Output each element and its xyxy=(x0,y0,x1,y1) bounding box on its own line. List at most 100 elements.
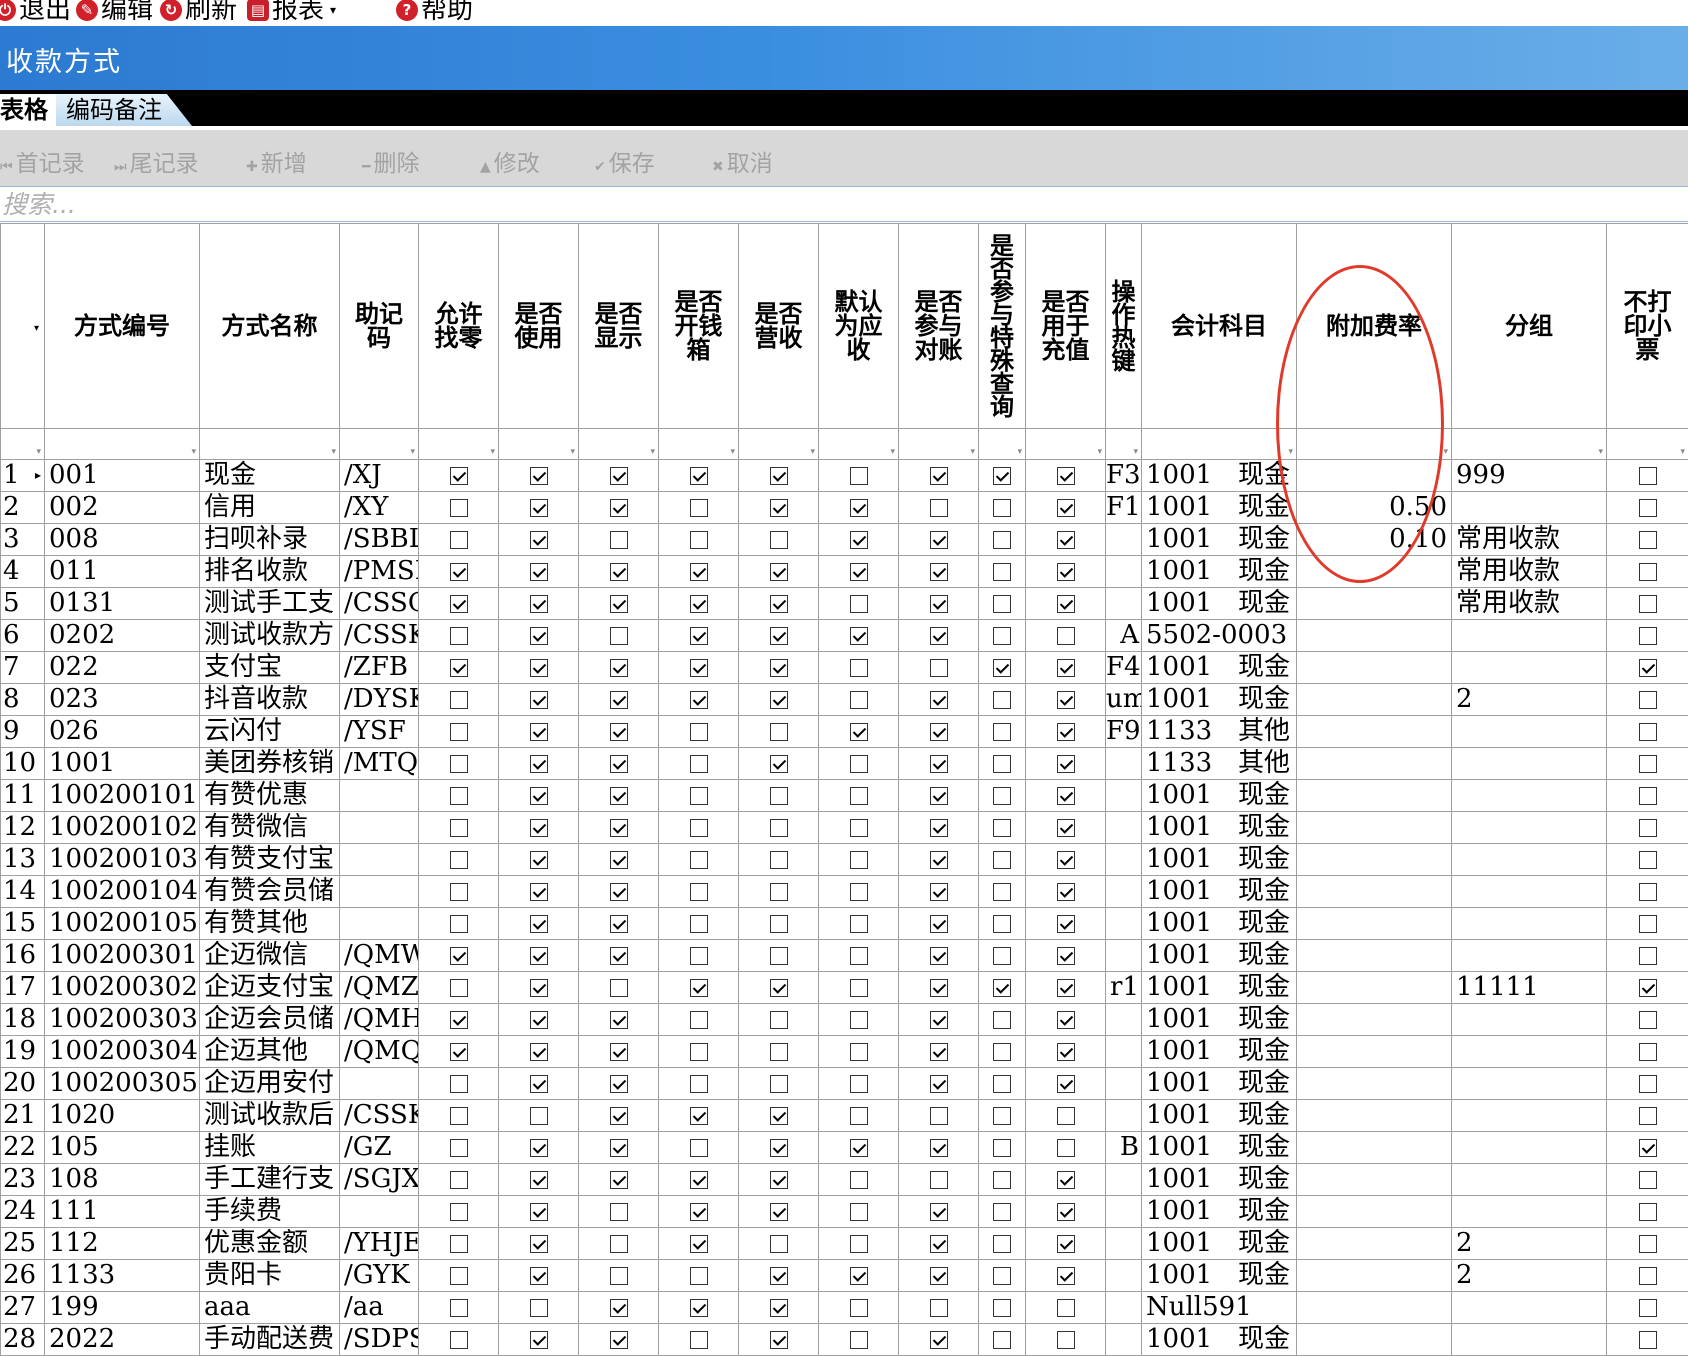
cell-code[interactable]: 100200304 xyxy=(44,1035,200,1068)
cell-allow-change[interactable] xyxy=(418,651,499,684)
cell-name[interactable]: 手工建行支 xyxy=(199,1163,340,1196)
cell-revenue[interactable] xyxy=(738,1195,819,1228)
cell-account[interactable]: 1001 现金 xyxy=(1141,1131,1297,1164)
revenue-checkbox[interactable] xyxy=(769,851,788,869)
cell-allow-change[interactable] xyxy=(418,1099,499,1132)
open-drawer-checkbox[interactable] xyxy=(689,787,708,805)
cell-reconcile[interactable] xyxy=(898,555,979,588)
cell-mnemonic[interactable] xyxy=(339,1195,419,1228)
cell-revenue[interactable] xyxy=(738,1163,819,1196)
cell-hotkey[interactable] xyxy=(1105,523,1142,556)
cell-recharge[interactable] xyxy=(1025,1195,1106,1228)
open-drawer-checkbox[interactable] xyxy=(689,531,708,549)
cell-allow-change[interactable] xyxy=(418,1227,499,1260)
open-drawer-checkbox[interactable] xyxy=(689,1299,708,1317)
cell-surcharge[interactable] xyxy=(1296,459,1452,492)
cell-surcharge[interactable] xyxy=(1296,1067,1452,1100)
cell-surcharge[interactable] xyxy=(1296,1035,1452,1068)
cell-hotkey[interactable] xyxy=(1105,907,1142,940)
reconcile-checkbox[interactable] xyxy=(929,1075,948,1093)
cell-default-receivable[interactable] xyxy=(818,651,899,684)
cell-surcharge[interactable] xyxy=(1296,1291,1452,1324)
cell-code[interactable]: 0202 xyxy=(44,619,200,652)
revenue-checkbox[interactable] xyxy=(769,1107,788,1125)
no-receipt-checkbox[interactable] xyxy=(1638,1139,1657,1157)
cell-account[interactable]: 1001 现金 xyxy=(1141,811,1297,844)
recharge-checkbox[interactable] xyxy=(1056,1043,1075,1061)
allow-change-checkbox[interactable] xyxy=(449,1299,468,1317)
cell-account[interactable]: 1001 现金 xyxy=(1141,971,1297,1004)
open-drawer-checkbox[interactable] xyxy=(689,1331,708,1349)
no-receipt-checkbox[interactable] xyxy=(1638,595,1657,613)
open-drawer-checkbox[interactable] xyxy=(689,499,708,517)
cell-allow-change[interactable] xyxy=(418,1035,499,1068)
report-menu[interactable]: ▤ 报表 ▾ xyxy=(247,0,336,26)
cell-mnemonic[interactable] xyxy=(339,907,419,940)
cell-reconcile[interactable] xyxy=(898,939,979,972)
cell-mnemonic[interactable]: /CSSK xyxy=(339,1099,419,1132)
reconcile-checkbox[interactable] xyxy=(929,627,948,645)
cell-group[interactable] xyxy=(1451,1099,1607,1132)
default-receivable-checkbox[interactable] xyxy=(849,883,868,901)
cell-default-receivable[interactable] xyxy=(818,1227,899,1260)
no-receipt-checkbox[interactable] xyxy=(1638,787,1657,805)
no-receipt-checkbox[interactable] xyxy=(1638,531,1657,549)
cell-surcharge[interactable] xyxy=(1296,971,1452,1004)
cell-allow-change[interactable] xyxy=(418,875,499,908)
cell-revenue[interactable] xyxy=(738,1035,819,1068)
cell-no-receipt[interactable] xyxy=(1606,683,1688,716)
modify-button[interactable]: ▲ 修改 xyxy=(480,144,540,178)
cell-no-receipt[interactable] xyxy=(1606,651,1688,684)
cell-revenue[interactable] xyxy=(738,651,819,684)
cell-hotkey[interactable] xyxy=(1105,1099,1142,1132)
cell-default-receivable[interactable] xyxy=(818,491,899,524)
cell-name[interactable]: aaa xyxy=(199,1291,340,1324)
recharge-checkbox[interactable] xyxy=(1056,1267,1075,1285)
cell-special-query[interactable] xyxy=(978,587,1026,620)
revenue-checkbox[interactable] xyxy=(769,883,788,901)
display-checkbox[interactable] xyxy=(609,627,628,645)
cell-in-use[interactable] xyxy=(498,1003,579,1036)
allow-change-checkbox[interactable] xyxy=(449,563,468,581)
cell-open-drawer[interactable] xyxy=(658,907,739,940)
cell-hotkey[interactable] xyxy=(1105,1003,1142,1036)
cell-allow-change[interactable] xyxy=(418,907,499,940)
cell-open-drawer[interactable] xyxy=(658,1291,739,1324)
cell-recharge[interactable] xyxy=(1025,459,1106,492)
cell-code[interactable]: 100200301 xyxy=(44,939,200,972)
in-use-checkbox[interactable] xyxy=(529,723,548,741)
cell-display[interactable] xyxy=(578,843,659,876)
table-row[interactable]: 20 100200305 企迈用安付 1001 现金 xyxy=(0,1067,1688,1100)
cell-reconcile[interactable] xyxy=(898,1099,979,1132)
default-receivable-checkbox[interactable] xyxy=(849,467,868,485)
recharge-checkbox[interactable] xyxy=(1056,659,1075,677)
cell-no-receipt[interactable] xyxy=(1606,523,1688,556)
cell-revenue[interactable] xyxy=(738,587,819,620)
cell-default-receivable[interactable] xyxy=(818,683,899,716)
cell-special-query[interactable] xyxy=(978,491,1026,524)
cell-open-drawer[interactable] xyxy=(658,1323,739,1356)
cell-special-query[interactable] xyxy=(978,1163,1026,1196)
cell-recharge[interactable] xyxy=(1025,587,1106,620)
cell-default-receivable[interactable] xyxy=(818,1259,899,1292)
cell-special-query[interactable] xyxy=(978,843,1026,876)
default-receivable-checkbox[interactable] xyxy=(849,659,868,677)
reconcile-checkbox[interactable] xyxy=(929,1203,948,1221)
display-checkbox[interactable] xyxy=(609,883,628,901)
special-query-checkbox[interactable] xyxy=(993,1235,1011,1253)
cell-allow-change[interactable] xyxy=(418,779,499,812)
cell-reconcile[interactable] xyxy=(898,1227,979,1260)
cell-surcharge[interactable] xyxy=(1296,683,1452,716)
cell-display[interactable] xyxy=(578,1259,659,1292)
no-receipt-checkbox[interactable] xyxy=(1638,947,1657,965)
open-drawer-checkbox[interactable] xyxy=(689,1203,708,1221)
default-receivable-checkbox[interactable] xyxy=(849,787,868,805)
cell-surcharge[interactable] xyxy=(1296,619,1452,652)
cell-account[interactable]: 1001 现金 xyxy=(1141,907,1297,940)
in-use-checkbox[interactable] xyxy=(529,1011,548,1029)
open-drawer-checkbox[interactable] xyxy=(689,1139,708,1157)
column-header-account[interactable]: 会计科目 xyxy=(1141,223,1297,429)
recharge-checkbox[interactable] xyxy=(1056,947,1075,965)
cell-revenue[interactable] xyxy=(738,907,819,940)
cell-revenue[interactable] xyxy=(738,523,819,556)
